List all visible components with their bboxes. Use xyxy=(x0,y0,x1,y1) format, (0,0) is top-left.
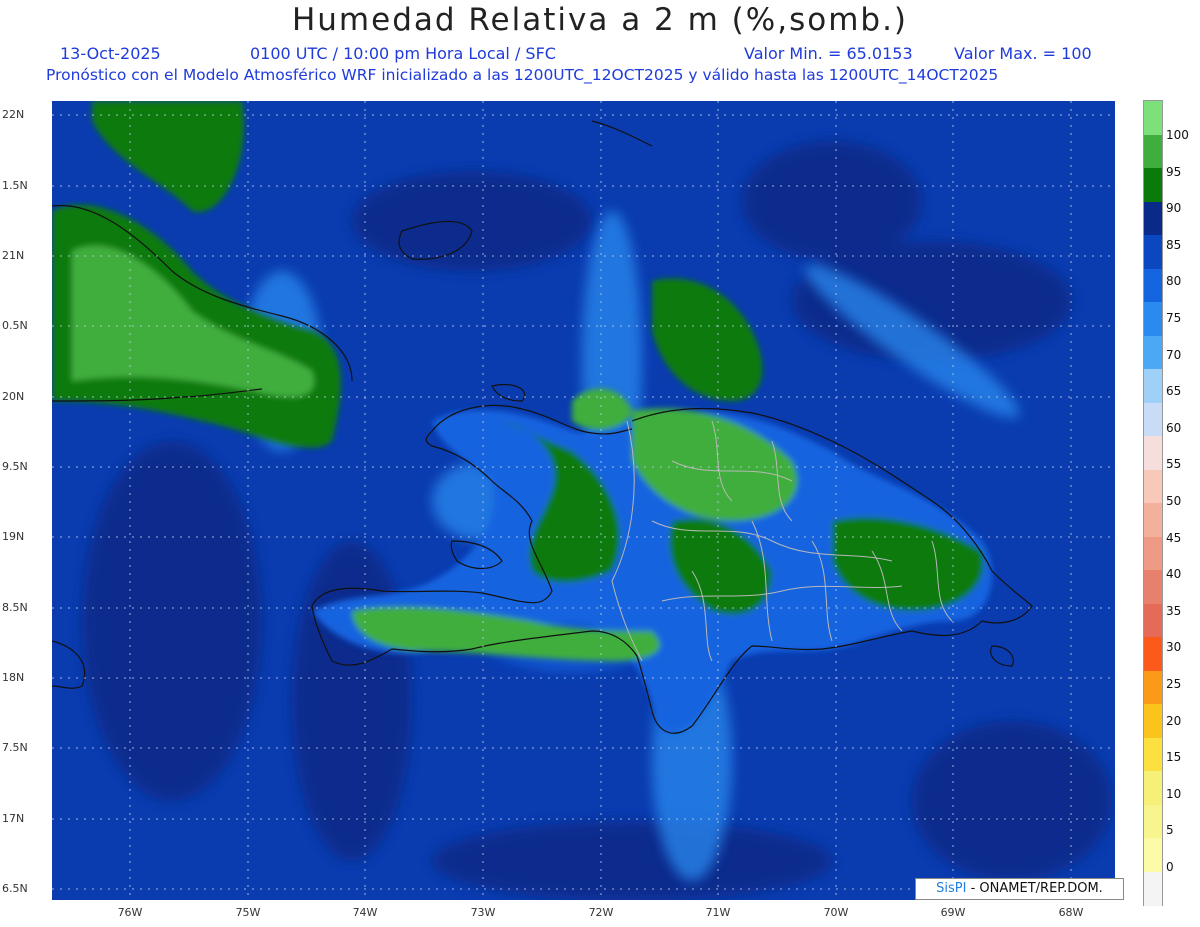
lat-label: 22N xyxy=(2,108,25,121)
legend-label: 85 xyxy=(1166,237,1182,252)
legend-swatch xyxy=(1144,804,1162,839)
credit-org: - ONAMET/REP.DOM. xyxy=(970,881,1103,896)
lat-label: 7.5N xyxy=(2,741,28,754)
lon-label: 70W xyxy=(823,906,849,919)
map-title: Humedad Relativa a 2 m (%,somb.) xyxy=(291,2,909,38)
lat-label: 18N xyxy=(2,671,25,684)
legend-label: 10 xyxy=(1166,786,1182,801)
legend-label: 25 xyxy=(1166,677,1182,691)
legend-label: 55 xyxy=(1166,457,1182,472)
legend-label: 95 xyxy=(1166,164,1182,179)
lat-label: 19N xyxy=(2,530,25,543)
min-value: Valor Min. = 65.0153 xyxy=(744,44,913,63)
legend-label: 0 xyxy=(1166,860,1174,874)
forecast-date: 13-Oct-2025 xyxy=(60,44,161,63)
legend-label: 50 xyxy=(1166,494,1182,508)
lon-label: 76W xyxy=(117,906,143,919)
legend-swatch xyxy=(1144,704,1162,738)
legend-swatch xyxy=(1144,436,1162,470)
lon-label: 74W xyxy=(352,906,378,919)
credit-box: SisPI - ONAMET/REP.DOM. xyxy=(915,878,1124,900)
legend-swatch xyxy=(1144,168,1162,202)
legend-swatch xyxy=(1144,536,1162,571)
lat-label: 8.5N xyxy=(2,601,28,614)
legend-label: 45 xyxy=(1166,530,1182,545)
legend-swatch xyxy=(1144,737,1162,772)
lat-label: 1.5N xyxy=(2,179,28,192)
humidity-map xyxy=(52,101,1115,900)
legend-label: 60 xyxy=(1166,420,1182,435)
lat-label: 6.5N xyxy=(2,882,28,895)
legend-label: 70 xyxy=(1166,347,1182,362)
legend-swatch xyxy=(1144,402,1162,437)
legend-swatch xyxy=(1144,570,1162,604)
legend-label: 90 xyxy=(1166,201,1182,216)
legend-label: 40 xyxy=(1166,567,1182,582)
lon-label: 71W xyxy=(705,906,731,919)
legend-label: 5 xyxy=(1166,823,1174,838)
lat-label: 0.5N xyxy=(2,319,28,332)
lon-label: 73W xyxy=(470,906,496,919)
legend-swatch xyxy=(1144,335,1162,370)
legend-swatch xyxy=(1144,670,1162,705)
sispi-brand: SisPI xyxy=(936,881,967,896)
legend-swatch xyxy=(1144,838,1162,872)
legend-swatch xyxy=(1144,101,1162,135)
max-value: Valor Max. = 100 xyxy=(954,44,1092,63)
legend-swatch xyxy=(1144,302,1162,336)
legend-swatch xyxy=(1144,469,1162,504)
map-canvas xyxy=(52,101,1115,900)
forecast-time: 0100 UTC / 10:00 pm Hora Local / SFC xyxy=(250,44,556,63)
model-description: Pronóstico con el Modelo Atmosférico WRF… xyxy=(46,66,999,84)
lon-label: 68W xyxy=(1058,906,1084,919)
legend-label: 100 xyxy=(1166,128,1189,142)
legend-swatch xyxy=(1144,268,1162,303)
legend-label: 80 xyxy=(1166,274,1182,289)
lat-label: 9.5N xyxy=(2,460,28,473)
legend-label: 35 xyxy=(1166,603,1182,618)
legend-swatch xyxy=(1144,871,1162,906)
lat-label: 20N xyxy=(2,390,25,403)
legend-swatch xyxy=(1144,201,1162,236)
legend-label: 75 xyxy=(1166,311,1182,325)
legend-swatch xyxy=(1144,134,1162,169)
legend-swatch xyxy=(1144,369,1162,403)
legend-swatch xyxy=(1144,235,1162,269)
legend-label: 30 xyxy=(1166,640,1182,655)
legend-swatch xyxy=(1144,503,1162,537)
legend-swatch xyxy=(1144,603,1162,638)
lon-label: 69W xyxy=(940,906,966,919)
legend-swatch xyxy=(1144,637,1162,671)
lat-label: 21N xyxy=(2,249,25,262)
lon-label: 72W xyxy=(588,906,614,919)
legend-swatch xyxy=(1144,771,1162,805)
legend-label: 15 xyxy=(1166,750,1182,765)
lat-label: 17N xyxy=(2,812,25,825)
legend-label: 65 xyxy=(1166,384,1182,399)
color-scale-legend xyxy=(1143,100,1163,906)
lon-label: 75W xyxy=(235,906,261,919)
legend-label: 20 xyxy=(1166,713,1182,728)
